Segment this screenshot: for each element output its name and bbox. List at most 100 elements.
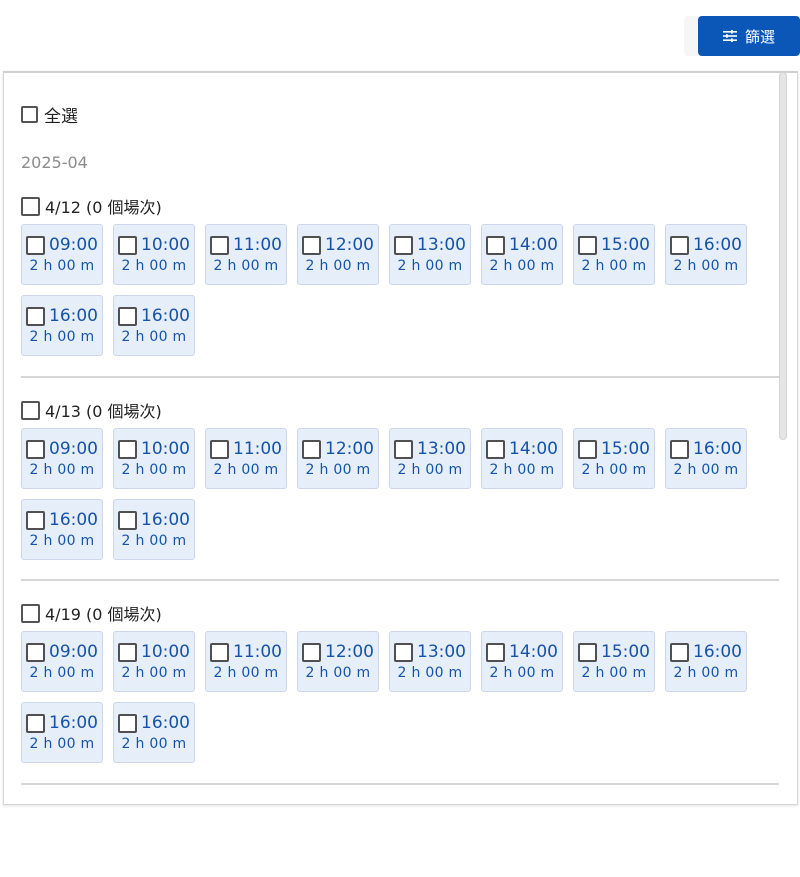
day-checkbox[interactable] (21, 400, 40, 420)
slot-duration: 2 h 00 m (489, 258, 555, 274)
slot-time-row: 15:00 (578, 642, 650, 662)
time-slot[interactable]: 16:00 2 h 00 m (113, 499, 195, 560)
time-slot[interactable]: 15:00 2 h 00 m (573, 224, 655, 285)
time-slot[interactable]: 12:00 2 h 00 m (297, 224, 379, 285)
slot-time-row: 11:00 (210, 642, 282, 662)
slot-checkbox[interactable] (578, 235, 597, 255)
filter-button[interactable]: 篩選 (698, 16, 800, 56)
slot-checkbox[interactable] (26, 306, 45, 326)
time-slot[interactable]: 15:00 2 h 00 m (573, 631, 655, 692)
day-header[interactable]: 4/12 (0 個場次) (21, 194, 779, 218)
time-slot[interactable]: 11:00 2 h 00 m (205, 428, 287, 489)
slot-checkbox[interactable] (118, 306, 137, 326)
day-divider (21, 783, 779, 785)
slot-checkbox[interactable] (210, 439, 229, 459)
time-slot[interactable]: 14:00 2 h 00 m (481, 428, 563, 489)
day-checkbox[interactable] (21, 196, 40, 216)
time-slot[interactable]: 09:00 2 h 00 m (21, 631, 103, 692)
slot-checkbox[interactable] (210, 642, 229, 662)
slot-checkbox[interactable] (118, 439, 137, 459)
time-slot[interactable]: 10:00 2 h 00 m (113, 428, 195, 489)
slot-duration: 2 h 00 m (213, 258, 279, 274)
slot-time: 10:00 (141, 235, 190, 255)
slot-checkbox[interactable] (394, 439, 413, 459)
slot-time-row: 13:00 (394, 235, 466, 255)
scrollbar[interactable] (779, 72, 787, 440)
slot-checkbox[interactable] (486, 235, 505, 255)
slot-checkbox[interactable] (302, 439, 321, 459)
slot-checkbox[interactable] (670, 642, 689, 662)
slot-checkbox[interactable] (26, 439, 45, 459)
slot-duration: 2 h 00 m (581, 462, 647, 478)
time-slot[interactable]: 16:00 2 h 00 m (21, 499, 103, 560)
time-slot[interactable]: 16:00 2 h 00 m (665, 224, 747, 285)
slot-time: 15:00 (601, 235, 650, 255)
slot-checkbox[interactable] (118, 235, 137, 255)
slot-checkbox[interactable] (302, 235, 321, 255)
slot-checkbox[interactable] (670, 235, 689, 255)
time-slot[interactable]: 14:00 2 h 00 m (481, 224, 563, 285)
time-slot[interactable]: 16:00 2 h 00 m (21, 295, 103, 356)
time-slot[interactable]: 09:00 2 h 00 m (21, 224, 103, 285)
time-slot[interactable]: 13:00 2 h 00 m (389, 631, 471, 692)
slot-time-row: 14:00 (486, 235, 558, 255)
slot-checkbox[interactable] (486, 439, 505, 459)
slot-duration: 2 h 00 m (305, 462, 371, 478)
select-all[interactable]: 全選 (21, 102, 78, 127)
slot-duration: 2 h 00 m (397, 258, 463, 274)
day-checkbox[interactable] (21, 603, 40, 623)
slot-duration: 2 h 00 m (581, 258, 647, 274)
slot-time: 14:00 (509, 235, 558, 255)
time-slot[interactable]: 13:00 2 h 00 m (389, 224, 471, 285)
slot-duration: 2 h 00 m (673, 258, 739, 274)
time-slot[interactable]: 13:00 2 h 00 m (389, 428, 471, 489)
slot-time: 15:00 (601, 642, 650, 662)
day-header[interactable]: 4/19 (0 個場次) (21, 601, 779, 625)
slot-time-row: 13:00 (394, 642, 466, 662)
slot-checkbox[interactable] (486, 642, 505, 662)
slot-time: 11:00 (233, 235, 282, 255)
slot-checkbox[interactable] (26, 642, 45, 662)
time-slot[interactable]: 14:00 2 h 00 m (481, 631, 563, 692)
slot-time: 11:00 (233, 439, 282, 459)
slot-duration: 2 h 00 m (29, 258, 95, 274)
slot-time: 16:00 (693, 235, 742, 255)
time-slot[interactable]: 12:00 2 h 00 m (297, 631, 379, 692)
time-slot[interactable]: 11:00 2 h 00 m (205, 224, 287, 285)
slot-checkbox[interactable] (118, 642, 137, 662)
time-slot[interactable]: 10:00 2 h 00 m (113, 224, 195, 285)
slot-checkbox[interactable] (302, 642, 321, 662)
slot-checkbox[interactable] (394, 235, 413, 255)
slot-time-row: 14:00 (486, 439, 558, 459)
slot-checkbox[interactable] (210, 235, 229, 255)
time-slot[interactable]: 10:00 2 h 00 m (113, 631, 195, 692)
slot-checkbox[interactable] (578, 439, 597, 459)
slot-checkbox[interactable] (26, 713, 45, 733)
slot-time: 16:00 (141, 510, 190, 530)
time-slot[interactable]: 16:00 2 h 00 m (665, 631, 747, 692)
day-label: 4/12 (0 個場次) (45, 198, 162, 217)
time-slot[interactable]: 16:00 2 h 00 m (21, 702, 103, 763)
slot-time: 12:00 (325, 235, 374, 255)
slot-checkbox[interactable] (670, 439, 689, 459)
slot-checkbox[interactable] (26, 235, 45, 255)
time-slot[interactable]: 09:00 2 h 00 m (21, 428, 103, 489)
slot-time: 10:00 (141, 439, 190, 459)
time-slot[interactable]: 16:00 2 h 00 m (113, 295, 195, 356)
day-header[interactable]: 4/13 (0 個場次) (21, 398, 779, 422)
slot-checkbox[interactable] (578, 642, 597, 662)
slot-duration: 2 h 00 m (673, 665, 739, 681)
time-slot[interactable]: 15:00 2 h 00 m (573, 428, 655, 489)
time-slot[interactable]: 16:00 2 h 00 m (113, 702, 195, 763)
slot-checkbox[interactable] (394, 642, 413, 662)
time-slot[interactable]: 11:00 2 h 00 m (205, 631, 287, 692)
day-section: 4/19 (0 個場次) 09:00 2 h 00 m 10:00 2 h 00 m 11… (21, 601, 779, 763)
tune-icon (722, 30, 737, 42)
time-slot[interactable]: 16:00 2 h 00 m (665, 428, 747, 489)
select-all-checkbox[interactable] (21, 106, 38, 123)
slot-checkbox[interactable] (118, 510, 137, 530)
slot-time-row: 16:00 (670, 235, 742, 255)
slot-checkbox[interactable] (26, 510, 45, 530)
time-slot[interactable]: 12:00 2 h 00 m (297, 428, 379, 489)
slot-checkbox[interactable] (118, 713, 137, 733)
